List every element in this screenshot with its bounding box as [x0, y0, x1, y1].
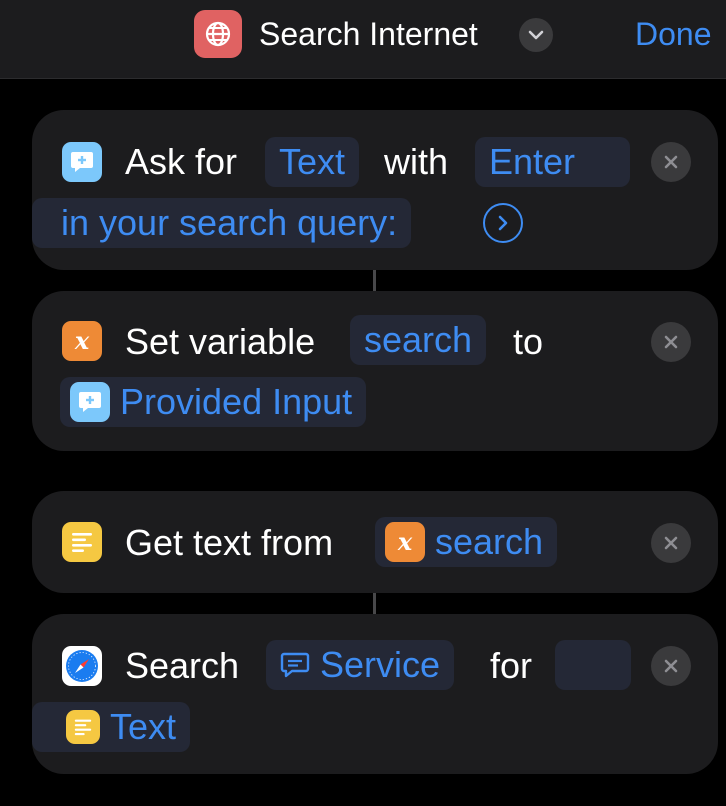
input-type-token[interactable]: Text: [265, 137, 360, 187]
action-text: Get text from: [125, 522, 334, 563]
variable-name-token[interactable]: search: [350, 315, 487, 365]
action-text: for: [490, 645, 533, 686]
text-token[interactable]: Text: [32, 702, 191, 752]
action-text: with: [384, 141, 449, 182]
variable-token-label: search: [435, 521, 544, 562]
chevron-down-icon[interactable]: [519, 18, 553, 52]
connector-line: [373, 593, 376, 614]
variable-x-icon: x: [62, 321, 102, 361]
text-token-label: Text: [110, 706, 177, 747]
search-query-token[interactable]: [555, 640, 631, 690]
shortcut-title[interactable]: Search Internet: [259, 14, 478, 54]
action-text: Set variable: [125, 321, 316, 362]
prompt-token[interactable]: in your search query:: [32, 198, 412, 248]
prompt-token-line-2: in your search query:: [61, 202, 398, 243]
provided-input-token[interactable]: Provided Input: [60, 377, 367, 427]
action-ask-for-input[interactable]: Ask for Text with Enter in your search q…: [32, 110, 718, 270]
provided-input-label: Provided Input: [120, 381, 353, 422]
chat-bubble-icon: [280, 651, 310, 679]
done-button[interactable]: Done: [635, 14, 712, 54]
prompt-token-line-1: Enter: [489, 141, 576, 182]
connector-line: [373, 270, 376, 291]
service-token-label: Service: [320, 644, 441, 685]
speech-bubble-plus-icon: [70, 382, 110, 422]
text-lines-icon: [62, 522, 102, 562]
action-set-variable[interactable]: x Set variable search to Provided Input: [32, 291, 718, 451]
variable-token[interactable]: x search: [375, 517, 558, 567]
close-icon[interactable]: [651, 142, 691, 182]
arrow-right-circle-icon[interactable]: [483, 203, 523, 243]
prompt-token[interactable]: Enter: [475, 137, 630, 187]
action-search-web[interactable]: Search Service for Text: [32, 614, 718, 774]
service-token[interactable]: Service: [266, 640, 455, 690]
variable-x-icon: x: [385, 522, 425, 562]
speech-bubble-plus-icon: [62, 142, 102, 182]
safari-compass-icon: [62, 646, 102, 686]
close-icon[interactable]: [651, 646, 691, 686]
globe-icon[interactable]: [194, 10, 242, 58]
action-get-text[interactable]: Get text from x search: [32, 491, 718, 593]
top-bar: Search Internet Done: [0, 0, 726, 79]
action-text: Ask for: [125, 141, 238, 182]
text-lines-icon: [66, 710, 100, 744]
close-icon[interactable]: [651, 523, 691, 563]
close-icon[interactable]: [651, 322, 691, 362]
action-text: to: [513, 321, 544, 362]
action-text: Search: [125, 645, 240, 686]
